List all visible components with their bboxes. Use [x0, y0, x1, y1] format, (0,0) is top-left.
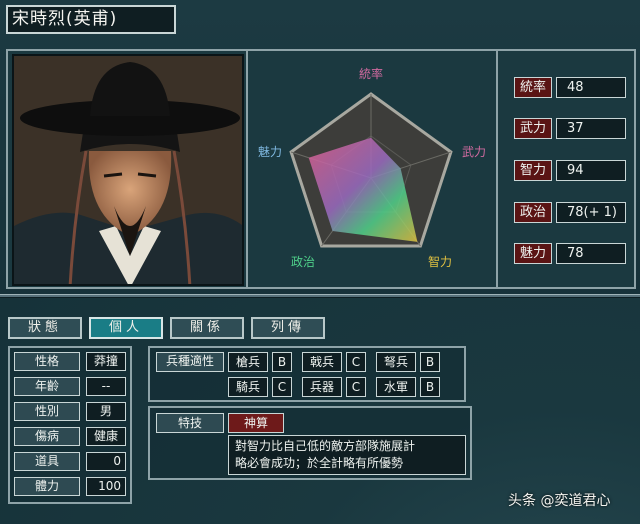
aptitude-grade-siege: C: [346, 377, 366, 397]
section-separator: [0, 294, 640, 298]
aptitude-grade-cavalry: C: [272, 377, 292, 397]
skill-desc-line-1: 對智力比自己低的敵方部隊施展計: [235, 439, 416, 453]
aptitude-grade-halberd: C: [346, 352, 366, 372]
personal-value-stamina: 100: [86, 477, 126, 496]
stat-value-int: 94: [556, 160, 626, 181]
stats-radar-chart: 統率 武力 智力 政治 魅力: [248, 56, 494, 288]
tab-relations[interactable]: 關係: [170, 317, 244, 339]
aptitude-grade-spear: B: [272, 352, 292, 372]
aptitude-unit-spear: 槍兵: [228, 352, 268, 372]
divider-stats: [496, 51, 498, 287]
tab-biography[interactable]: 列傳: [251, 317, 325, 339]
personal-label-age: 年齡: [14, 377, 80, 396]
aptitude-unit-halberd: 戟兵: [302, 352, 342, 372]
stat-label-int: 智力: [514, 160, 552, 181]
stat-label-cha: 魅力: [514, 243, 552, 264]
stat-value-war: 37: [556, 118, 626, 139]
radar-label-lead: 統率: [359, 66, 383, 81]
aptitude-unit-crossbow: 弩兵: [376, 352, 416, 372]
personal-label-stamina: 體力: [14, 477, 80, 496]
personal-value-personality: 莽撞: [86, 352, 126, 371]
personal-value-items: 0: [86, 452, 126, 471]
aptitude-grade-crossbow: B: [420, 352, 440, 372]
personal-value-health: 健康: [86, 427, 126, 446]
stat-value-cha: 78: [556, 243, 626, 264]
radar-label-pol: 政治: [291, 255, 315, 269]
personal-label-personality: 性格: [14, 352, 80, 371]
radar-label-war: 武力: [462, 145, 486, 159]
skill-desc-line-2: 略必會成功；於全計略有所優勢: [235, 456, 404, 470]
personal-value-age: --: [86, 377, 126, 396]
aptitude-unit-siege: 兵器: [302, 377, 342, 397]
aptitude-unit-cavalry: 騎兵: [228, 377, 268, 397]
tab-status[interactable]: 狀態: [8, 317, 82, 339]
skill-name: 神算: [228, 413, 284, 433]
officer-portrait: [12, 54, 244, 286]
personal-label-health: 傷病: [14, 427, 80, 446]
personal-value-gender: 男: [86, 402, 126, 421]
aptitude-unit-navy: 水軍: [376, 377, 416, 397]
radar-label-int: 智力: [428, 254, 452, 269]
stat-label-pol: 政治: [514, 202, 552, 223]
aptitude-title: 兵種適性: [156, 352, 224, 372]
radar-label-cha: 魅力: [258, 144, 282, 159]
portrait-image: [14, 56, 242, 284]
stat-value-pol: 78(+ 1): [556, 202, 626, 223]
skill-title: 特技: [156, 413, 224, 433]
stat-value-lead: 48: [556, 77, 626, 98]
personal-label-gender: 性別: [14, 402, 80, 421]
watermark: 头条 @奕道君心: [508, 493, 611, 509]
stat-label-lead: 統率: [514, 77, 552, 98]
stat-label-war: 武力: [514, 118, 552, 139]
aptitude-grade-navy: B: [420, 377, 440, 397]
officer-name: 宋時烈(英甫): [6, 5, 176, 34]
skill-description: 對智力比自己低的敵方部隊施展計 略必會成功；於全計略有所優勢: [228, 435, 466, 475]
personal-label-items: 道具: [14, 452, 80, 471]
tab-personal[interactable]: 個人: [89, 317, 163, 339]
